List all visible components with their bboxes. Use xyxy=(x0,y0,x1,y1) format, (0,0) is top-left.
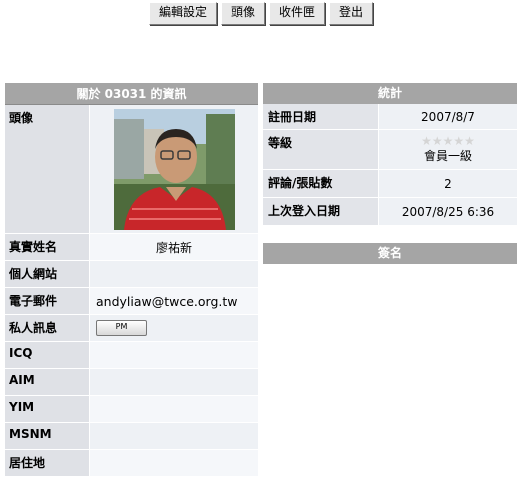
profile-label: 電子郵件 xyxy=(5,288,89,314)
profile-row-pm: 私人訊息 PM xyxy=(5,315,258,342)
profile-label: 個人網站 xyxy=(5,261,89,287)
edit-settings-button[interactable]: 編輯設定 xyxy=(148,2,217,25)
profile-row-icq: ICQ xyxy=(5,342,258,369)
rank-stars-icon: ★★★★★ xyxy=(421,134,475,148)
yim-value xyxy=(89,396,258,422)
profile-label: YIM xyxy=(5,396,89,422)
profile-label: 頭像 xyxy=(5,105,89,233)
stats-label: 上次登入日期 xyxy=(263,198,378,225)
profile-row-avatar: 頭像 xyxy=(5,105,258,234)
profile-row-realname: 真實姓名 廖祐新 xyxy=(5,234,258,261)
avatar-photo xyxy=(113,108,235,230)
stats-panel: 統計 註冊日期 2007/8/7 等級 ★★★★★ 會員一級 評論/張貼數 2 … xyxy=(263,83,517,264)
stats-header: 統計 xyxy=(263,83,517,104)
profile-panel: 關於 03031 的資訊 頭像 真實姓名 廖祐新 個人網站 電子郵件 andyl… xyxy=(5,83,258,477)
stats-row-joined: 註冊日期 2007/8/7 xyxy=(263,104,517,130)
toolbar: 編輯設定 頭像 收件匣 登出 xyxy=(0,2,522,25)
icq-value xyxy=(89,342,258,368)
pm-button[interactable]: PM xyxy=(96,320,147,336)
profile-row-website: 個人網站 xyxy=(5,261,258,288)
profile-row-aim: AIM xyxy=(5,369,258,396)
stats-label: 等級 xyxy=(263,130,378,169)
inbox-button[interactable]: 收件匣 xyxy=(269,2,326,25)
profile-label: 真實姓名 xyxy=(5,234,89,260)
profile-row-yim: YIM xyxy=(5,396,258,423)
profile-label: AIM xyxy=(5,369,89,395)
avatar-button[interactable]: 頭像 xyxy=(220,2,265,25)
rank-value: 會員一級 xyxy=(423,149,472,163)
profile-row-location: 居住地 xyxy=(5,450,258,477)
lastlogin-value: 2007/8/25 6:36 xyxy=(378,198,517,225)
msnm-value xyxy=(89,423,258,449)
logout-button[interactable]: 登出 xyxy=(329,2,374,25)
signature-header: 簽名 xyxy=(263,243,517,264)
stats-label: 評論/張貼數 xyxy=(263,170,378,197)
avatar-image xyxy=(113,108,235,230)
realname-value: 廖祐新 xyxy=(89,234,258,260)
stats-row-rank: 等級 ★★★★★ 會員一級 xyxy=(263,130,517,170)
profile-row-email: 電子郵件 andyliaw@twce.org.tw xyxy=(5,288,258,315)
aim-value xyxy=(89,369,258,395)
profile-label: 私人訊息 xyxy=(5,315,89,341)
website-value xyxy=(89,261,258,287)
stats-label: 註冊日期 xyxy=(263,104,378,129)
stats-row-lastlogin: 上次登入日期 2007/8/25 6:36 xyxy=(263,198,517,226)
profile-header: 關於 03031 的資訊 xyxy=(5,83,258,105)
profile-label: 居住地 xyxy=(5,450,89,476)
location-value xyxy=(89,450,258,476)
profile-label: MSNM xyxy=(5,423,89,449)
email-link[interactable]: andyliaw@twce.org.tw xyxy=(89,288,258,314)
stats-row-posts: 評論/張貼數 2 xyxy=(263,170,517,198)
joined-value: 2007/8/7 xyxy=(378,104,517,129)
profile-row-msnm: MSNM xyxy=(5,423,258,450)
profile-label: ICQ xyxy=(5,342,89,368)
posts-value: 2 xyxy=(378,170,517,197)
